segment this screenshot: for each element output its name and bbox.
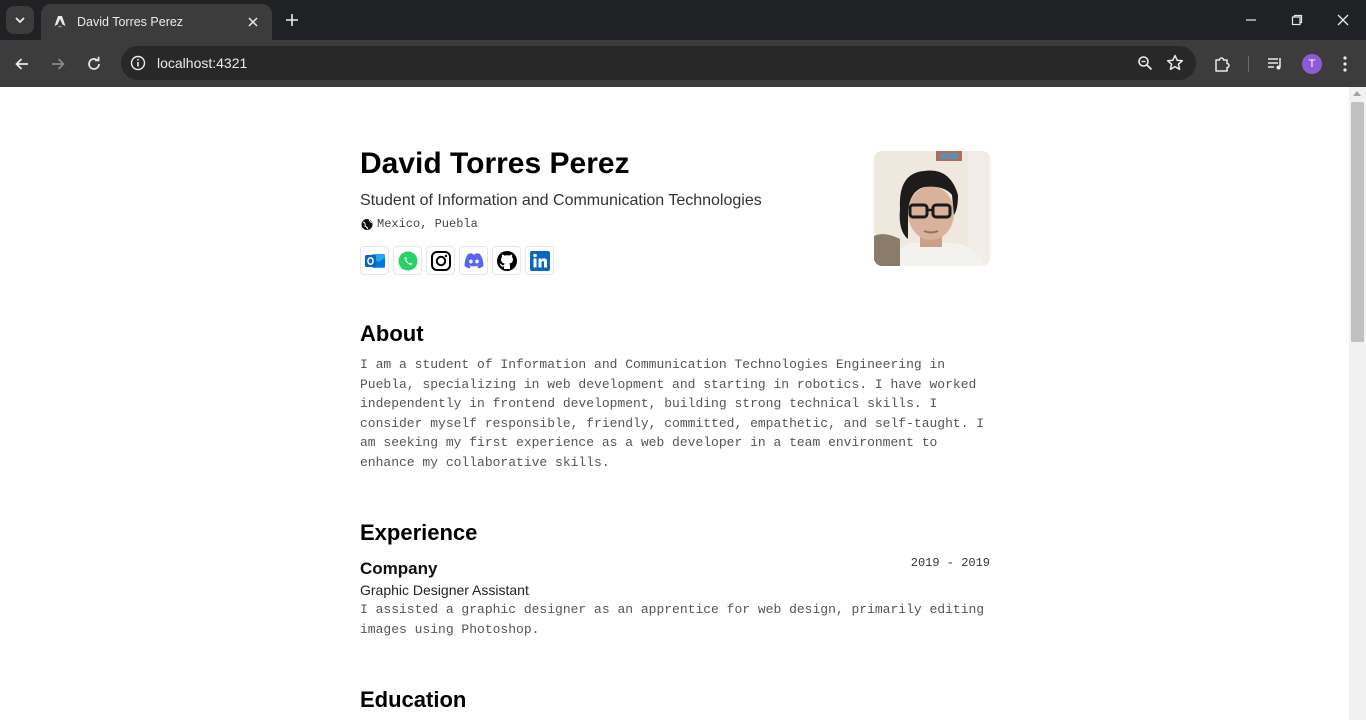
profile-button[interactable]: T	[1298, 50, 1326, 78]
zoom-icon[interactable]	[1130, 48, 1160, 78]
forward-button[interactable]	[44, 50, 72, 78]
page-title: David Torres Perez	[360, 147, 630, 180]
page-scrollbar[interactable]	[1349, 87, 1366, 720]
outlook-link[interactable]	[360, 246, 389, 275]
github-link[interactable]	[492, 246, 521, 275]
tab-title: David Torres Perez	[77, 15, 184, 29]
scroll-thumb[interactable]	[1351, 102, 1364, 342]
subtitle: Student of Information and Communication…	[360, 192, 762, 209]
browser-toolbar: localhost:4321 T	[0, 40, 1366, 87]
tab-close-button[interactable]	[244, 13, 262, 31]
github-icon	[496, 250, 517, 271]
browser-menu-button[interactable]	[1331, 50, 1359, 78]
outlook-icon	[364, 253, 385, 268]
url-text[interactable]: localhost:4321	[157, 55, 1130, 71]
instagram-icon	[430, 250, 451, 271]
playlist-icon	[1268, 58, 1281, 70]
discord-link[interactable]	[459, 246, 488, 275]
astro-favicon-icon	[53, 15, 67, 29]
media-controls-button[interactable]	[1261, 50, 1289, 78]
restore-icon	[1291, 14, 1303, 26]
close-window-button[interactable]	[1320, 0, 1366, 40]
experience-role: Graphic Designer Assistant	[360, 582, 529, 598]
social-links	[360, 246, 554, 275]
minimize-button[interactable]	[1228, 0, 1274, 40]
about-text: I am a student of Information and Commun…	[360, 357, 985, 470]
linkedin-link[interactable]	[525, 246, 554, 275]
reload-icon	[88, 56, 100, 70]
about-heading: About	[360, 321, 424, 346]
extensions-button[interactable]	[1208, 50, 1236, 78]
linkedin-icon	[529, 250, 550, 271]
page-viewport[interactable]: David Torres Perez Student of Informatio…	[0, 87, 1349, 720]
close-icon	[248, 17, 258, 27]
profile-photo	[874, 151, 990, 266]
browser-tab-bar: David Torres Perez	[0, 0, 1366, 40]
close-icon	[1337, 14, 1349, 26]
arrow-right-icon	[52, 58, 65, 70]
address-bar[interactable]: localhost:4321	[121, 46, 1196, 80]
chevron-down-icon	[15, 17, 25, 24]
experience-description: I assisted a graphic designer as an appr…	[360, 602, 985, 637]
toolbar-divider	[1248, 56, 1249, 72]
whatsapp-icon	[398, 251, 417, 270]
site-info-icon[interactable]	[127, 52, 149, 74]
more-vertical-icon	[1343, 56, 1347, 72]
experience-company: Company	[360, 559, 438, 578]
puzzle-icon	[1215, 57, 1230, 72]
back-button[interactable]	[8, 50, 36, 78]
minimize-icon	[1246, 19, 1256, 21]
location: Mexico, Puebla	[360, 217, 478, 231]
plus-icon	[286, 14, 298, 26]
globe-icon	[361, 219, 373, 230]
experience-heading: Experience	[360, 520, 478, 545]
whatsapp-link[interactable]	[393, 246, 422, 275]
reload-button[interactable]	[80, 50, 108, 78]
location-text: Mexico, Puebla	[377, 217, 478, 231]
education-heading: Education	[360, 687, 467, 712]
tab-search-button[interactable]	[6, 6, 34, 34]
restore-button[interactable]	[1274, 0, 1320, 40]
discord-icon	[464, 252, 483, 268]
bookmark-star-icon[interactable]	[1160, 48, 1190, 78]
instagram-link[interactable]	[426, 246, 455, 275]
new-tab-button[interactable]	[280, 8, 304, 32]
arrow-left-icon	[15, 58, 28, 70]
avatar: T	[1302, 54, 1322, 74]
browser-tab[interactable]: David Torres Perez	[41, 4, 272, 40]
scroll-up-arrow[interactable]	[1353, 91, 1361, 96]
experience-dates: 2019 - 2019	[910, 556, 990, 570]
